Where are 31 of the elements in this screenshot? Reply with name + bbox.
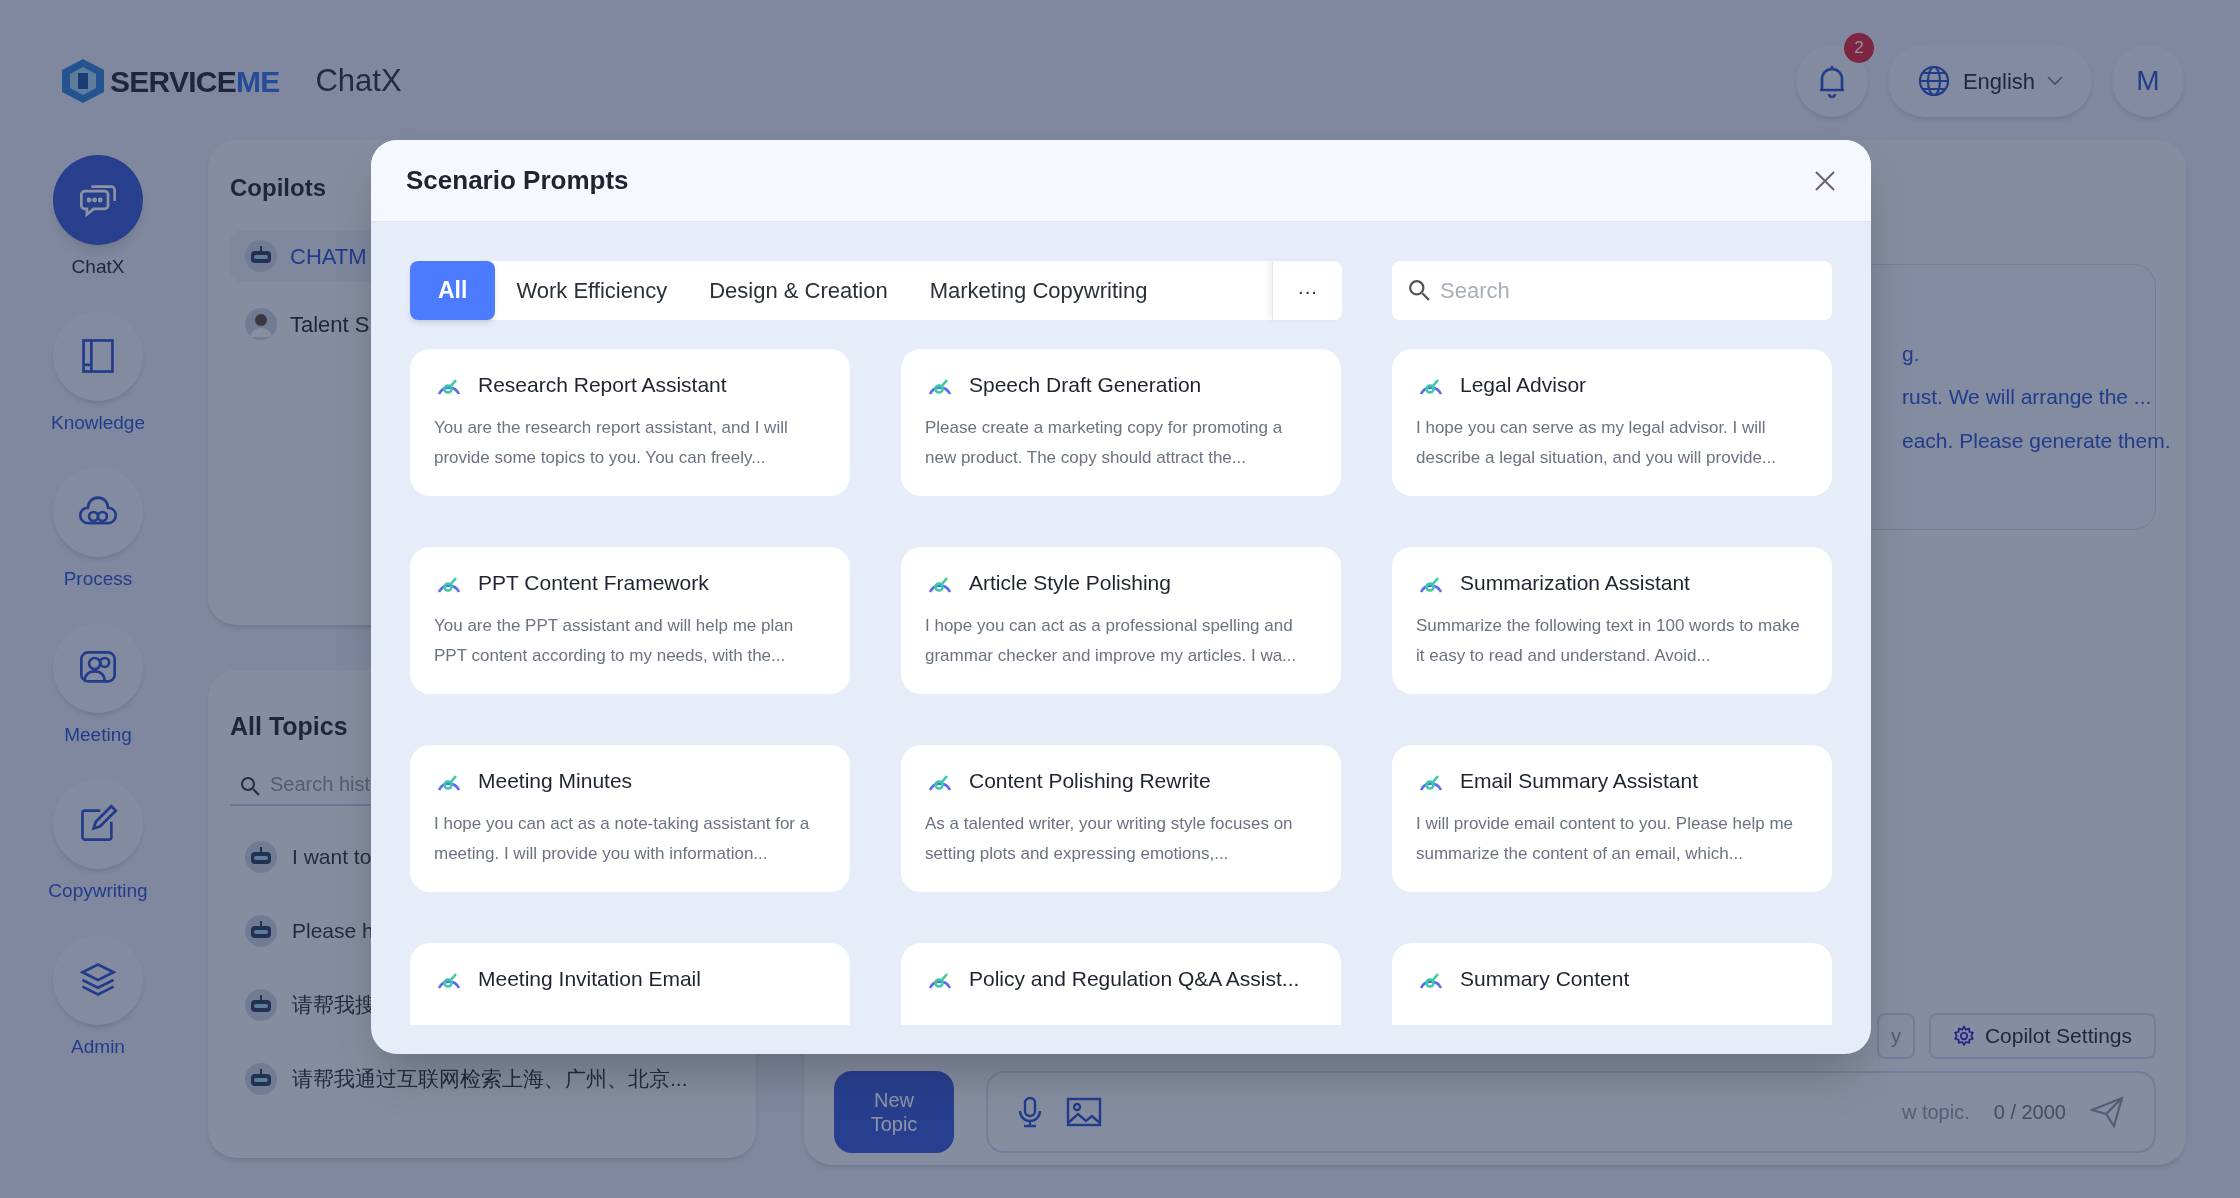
prompt-title: Meeting Minutes [478,768,633,794]
logo-text: SERVICEME [110,63,280,100]
prompt-description: I hope you can serve as my legal advisor. I will describe a legal situation, and you will provide... [1416,416,1778,469]
message-text: rust. We will arrange the ... [1902,384,2153,411]
panel-title: All Topics [230,711,349,742]
prompt-title: Article Style Polishing [969,570,1171,596]
prompt-description: I hope you can act as a professional spelling and grammar checker and improve my articles. I wa... [925,614,1298,667]
prompt-description: You are the PPT assistant and will help me plan PPT content according to my needs, with the... [434,614,795,667]
prompt-title: Meeting Invitation Email [478,966,701,992]
prompt-title: Speech Draft Generation [969,372,1202,398]
prompt-description: Summarize the following text in 100 words to make it easy to read and understand. Avoid... [1416,614,1801,667]
notification-badge: 2 [1844,33,1874,63]
prompt-title: Summarization Assistant [1460,570,1690,596]
message-text: each. Please generate them. [1902,427,2171,454]
message-text: g. [1902,340,1921,367]
prompt-description: As a talented writer, your writing style focuses on setting plots and expressing emotions,... [925,812,1294,865]
dialog-title: Scenario Prompts [406,164,629,197]
prompt-title: Content Polishing Rewrite [969,768,1211,794]
prompt-description: I hope you can act as a note-taking assistant for a meeting. I will provide you with information... [434,812,811,865]
prompt-description: I will provide email content to you. Please help me summarize the content of an email, which... [1416,812,1795,865]
character-counter: 0 / 2000 [1993,1100,2066,1125]
prompt-description: Please create a marketing copy for promoting a new product. The copy should attract the... [925,416,1284,469]
prompt-title: Research Report Assistant [478,372,727,398]
prompt-title: PPT Content Framework [478,570,709,596]
prompt-title: Summary Content [1460,966,1630,992]
prompt-description: You are the research report assistant, and I will provide some topics to you. You can freely... [434,416,789,469]
prompt-title: Policy and Regulation Q&A Assist... [969,966,1300,992]
app-name: ChatX [315,61,402,100]
prompt-title: Email Summary Assistant [1460,768,1699,794]
panel-title: Copilots [230,173,326,203]
prompt-title: Legal Advisor [1460,372,1587,398]
